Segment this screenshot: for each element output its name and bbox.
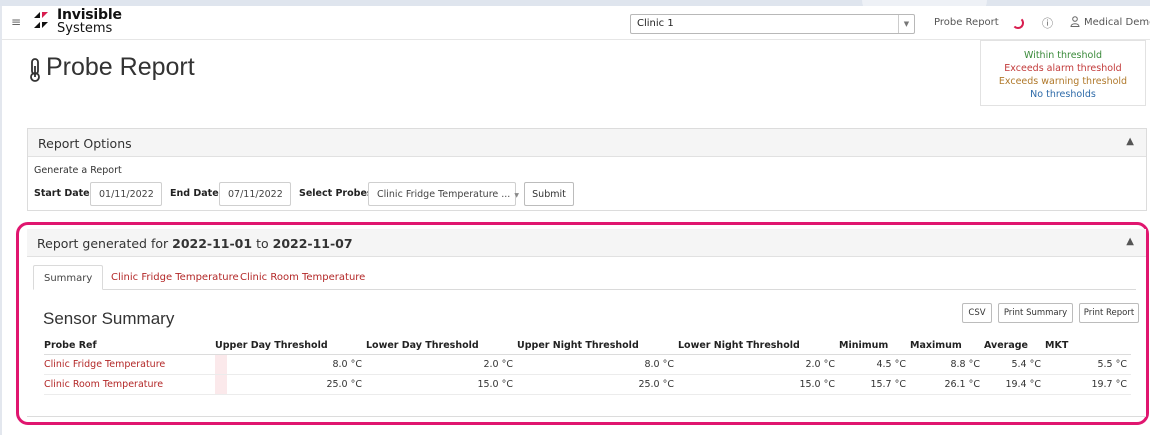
report-title-prefix: Report generated for bbox=[37, 236, 169, 251]
table-row: Clinic Fridge Temperature 8.0 °C 2.0 °C … bbox=[44, 354, 1131, 375]
column-header: Average bbox=[984, 337, 1045, 355]
spinner-icon bbox=[1012, 17, 1024, 29]
sensor-summary-table: Probe Ref Upper Day Threshold Lower Day … bbox=[44, 337, 1131, 395]
clinic-select-value: Clinic 1 bbox=[637, 18, 674, 29]
table-cell: 8.0 °C bbox=[517, 354, 678, 375]
column-header: Lower Night Threshold bbox=[678, 337, 839, 355]
sensor-summary-title: Sensor Summary bbox=[43, 309, 175, 328]
report-date-to: 2022-11-07 bbox=[272, 236, 353, 251]
print-summary-button[interactable]: Print Summary bbox=[998, 303, 1073, 323]
submit-button[interactable]: Submit bbox=[524, 182, 574, 206]
table-cell: 15.0 °C bbox=[678, 374, 839, 395]
generate-report-label: Generate a Report bbox=[34, 165, 122, 176]
start-date-label: Start Date: bbox=[34, 188, 94, 199]
report-tabs: Summary Clinic Fridge Temperature Clinic… bbox=[33, 265, 1136, 290]
csv-button[interactable]: CSV bbox=[962, 303, 992, 323]
chevron-down-icon[interactable]: ▼ bbox=[898, 15, 914, 33]
table-cell: 15.7 °C bbox=[839, 374, 910, 395]
column-header: Lower Day Threshold bbox=[366, 337, 517, 355]
report-header[interactable]: Report generated for 2022-11-01 to 2022-… bbox=[27, 229, 1146, 257]
table-cell: 5.4 °C bbox=[984, 354, 1045, 375]
report-date-from: 2022-11-01 bbox=[172, 236, 253, 251]
logo-icon[interactable] bbox=[32, 10, 50, 30]
chevron-down-icon: ▼ bbox=[514, 192, 519, 199]
probes-select-value: Clinic Fridge Temperature ... bbox=[377, 189, 511, 200]
report-panel: Report generated for 2022-11-01 to 2022-… bbox=[27, 229, 1146, 417]
legend-alarm: Exceeds alarm threshold bbox=[1004, 63, 1122, 74]
legend-warning: Exceeds warning threshold bbox=[998, 76, 1128, 87]
chevron-up-icon[interactable]: ▲ bbox=[1126, 236, 1134, 247]
threshold-legend: Within threshold Exceeds alarm threshold… bbox=[980, 40, 1146, 106]
clinic-select[interactable]: Clinic 1 ▼ bbox=[630, 14, 915, 34]
legend-none: No thresholds bbox=[1030, 89, 1096, 100]
report-options-panel: Report Options ▲ Generate a Report Start… bbox=[27, 128, 1147, 211]
user-icon[interactable] bbox=[1070, 16, 1080, 27]
table-cell: 4.5 °C bbox=[839, 354, 910, 375]
logo-subtext: Systems bbox=[57, 21, 113, 36]
table-cell: 26.1 °C bbox=[910, 374, 984, 395]
hamburger-icon[interactable]: ≡ bbox=[11, 15, 21, 29]
chevron-up-icon[interactable]: ▲ bbox=[1126, 136, 1134, 147]
report-title-to: to bbox=[256, 236, 269, 251]
user-menu[interactable]: Medical Demo bbox=[1084, 17, 1150, 28]
select-probes-label: Select Probes: bbox=[299, 188, 377, 199]
column-header: Upper Night Threshold bbox=[517, 337, 678, 355]
left-rule bbox=[0, 6, 2, 435]
end-date-label: End Date: bbox=[170, 188, 223, 199]
tab-clinic-fridge[interactable]: Clinic Fridge Temperature bbox=[111, 265, 239, 290]
table-cell: 2.0 °C bbox=[678, 354, 839, 375]
table-cell: 25.0 °C bbox=[215, 374, 366, 395]
table-row: Clinic Room Temperature 25.0 °C 15.0 °C … bbox=[44, 374, 1131, 395]
table-cell: 19.7 °C bbox=[1045, 374, 1131, 395]
end-date-input[interactable]: 07/11/2022 bbox=[219, 182, 291, 206]
print-report-button[interactable]: Print Report bbox=[1079, 303, 1139, 323]
table-cell: 25.0 °C bbox=[517, 374, 678, 395]
probe-ref-link[interactable]: Clinic Room Temperature bbox=[44, 374, 215, 395]
report-title: Report generated for 2022-11-01 to 2022-… bbox=[37, 236, 353, 251]
thermometer-icon bbox=[30, 58, 40, 82]
probe-ref-link[interactable]: Clinic Fridge Temperature bbox=[44, 354, 215, 375]
column-header: Probe Ref bbox=[44, 337, 215, 355]
table-cell: 5.5 °C bbox=[1045, 354, 1131, 375]
navbar: ≡ Invisible Systems Clinic 1 ▼ Probe Rep… bbox=[2, 6, 1150, 40]
help-circle-icon[interactable]: ⓘ bbox=[1042, 15, 1053, 31]
legend-within: Within threshold bbox=[1024, 50, 1102, 61]
table-cell: 19.4 °C bbox=[984, 374, 1045, 395]
table-cell: 8.0 °C bbox=[215, 354, 366, 375]
page-title: Probe Report bbox=[46, 53, 195, 81]
table-header-row: Probe Ref Upper Day Threshold Lower Day … bbox=[44, 337, 1131, 355]
report-options-header[interactable]: Report Options ▲ bbox=[28, 129, 1146, 157]
report-options-title: Report Options bbox=[38, 136, 132, 151]
column-header: Minimum bbox=[839, 337, 910, 355]
probe-report-link[interactable]: Probe Report bbox=[934, 17, 999, 28]
column-header: Upper Day Threshold bbox=[215, 337, 366, 355]
start-date-input[interactable]: 01/11/2022 bbox=[90, 182, 162, 206]
column-header: MKT bbox=[1045, 337, 1131, 355]
table-cell: 8.8 °C bbox=[910, 354, 984, 375]
column-header: Maximum bbox=[910, 337, 984, 355]
tab-summary[interactable]: Summary bbox=[33, 265, 104, 290]
tab-clinic-room[interactable]: Clinic Room Temperature bbox=[240, 265, 365, 290]
table-cell: 15.0 °C bbox=[366, 374, 517, 395]
probes-select[interactable]: Clinic Fridge Temperature ... ▼ bbox=[368, 182, 519, 206]
table-cell: 2.0 °C bbox=[366, 354, 517, 375]
